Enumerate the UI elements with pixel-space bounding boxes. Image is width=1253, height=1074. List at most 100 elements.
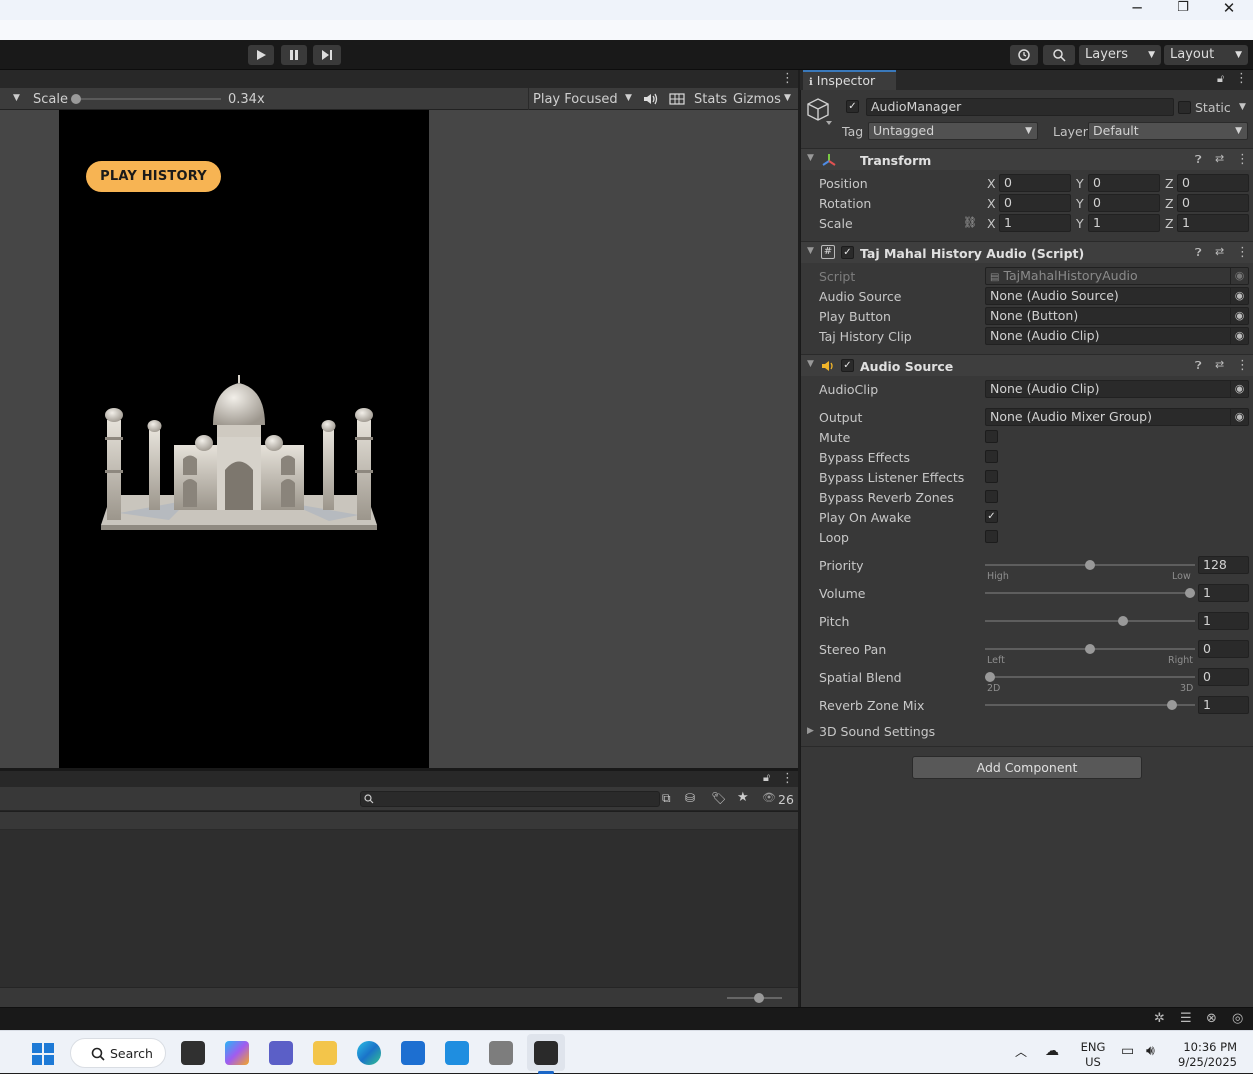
more-options-icon[interactable]: ⋮ [781, 771, 794, 786]
pitch-input[interactable]: 1 [1198, 612, 1249, 630]
bypass-effects-checkbox[interactable] [985, 450, 998, 463]
priority-input[interactable]: 128 [1198, 556, 1249, 574]
object-name-input[interactable]: AudioManager [866, 98, 1174, 116]
transform-header[interactable]: ▼ Transform ❓︎ ⇄ ⋮ [801, 148, 1253, 170]
vscode-icon[interactable] [445, 1041, 469, 1065]
spatial-blend-slider-knob[interactable] [985, 672, 995, 682]
static-checkbox[interactable] [1178, 101, 1191, 114]
layer-dropdown[interactable]: Default ▼ [1088, 122, 1248, 140]
layout-dropdown[interactable]: Layout ▼ [1164, 45, 1248, 65]
preset-icon[interactable]: ⇄ [1215, 358, 1224, 371]
play-history-button[interactable]: PLAY HISTORY [86, 161, 221, 192]
preset-icon[interactable]: ⇄ [1215, 245, 1224, 258]
object-picker-icon[interactable]: ◉ [1230, 381, 1248, 397]
unity-hub-icon[interactable] [489, 1041, 513, 1065]
scale-y-input[interactable]: 1 [1088, 214, 1160, 232]
bypass-reverb-checkbox[interactable] [985, 490, 998, 503]
help-icon[interactable]: ❓︎ [1195, 246, 1202, 260]
input-language[interactable]: ENG US [1076, 1038, 1110, 1070]
audio-source-ref-field[interactable]: None (Audio Source) ◉ [985, 287, 1249, 305]
help-icon[interactable]: ❓︎ [1195, 153, 1202, 167]
3d-sound-settings-foldout[interactable]: 3D Sound Settings [819, 724, 935, 739]
pause-button[interactable] [281, 45, 307, 65]
grid-toggle-button[interactable] [666, 90, 688, 108]
fold-chevron-icon[interactable]: ▼ [807, 246, 814, 256]
bug-icon[interactable]: ✲ [1154, 1011, 1165, 1026]
reverb-mix-slider[interactable] [985, 704, 1195, 706]
search-button[interactable] [1043, 45, 1075, 65]
display-dropdown-icon[interactable]: ▼ [13, 93, 20, 103]
file-explorer-icon[interactable] [313, 1041, 337, 1065]
gizmos-chevron-down-icon[interactable]: ▼ [784, 93, 791, 103]
spatial-blend-input[interactable]: 0 [1198, 668, 1249, 686]
onedrive-cloud-icon[interactable]: ☁ [1045, 1044, 1059, 1059]
more-options-icon[interactable]: ⋮ [1235, 71, 1248, 86]
mute-checkbox[interactable] [985, 430, 998, 443]
component-menu-icon[interactable]: ⋮ [1236, 245, 1249, 260]
static-chevron-down-icon[interactable]: ▼ [1239, 102, 1246, 112]
object-picker-icon[interactable]: ◉ [1230, 409, 1248, 425]
windows-start-icon[interactable] [32, 1043, 54, 1065]
edge-icon[interactable] [357, 1041, 381, 1065]
script-enabled-checkbox[interactable]: ✓ [841, 246, 854, 259]
stats-button[interactable]: Stats [694, 92, 727, 107]
component-menu-icon[interactable]: ⋮ [1236, 358, 1249, 373]
pitch-slider[interactable] [985, 620, 1195, 622]
icon-size-slider-knob[interactable] [754, 993, 764, 1003]
network-icon[interactable]: ⊗ [1206, 1011, 1217, 1026]
tray-overflow-chevron-icon[interactable]: ︿ [1015, 1045, 1027, 1060]
volume-icon[interactable]: 🔊︎ [1146, 1044, 1155, 1059]
active-checkbox[interactable]: ✓ [846, 100, 859, 113]
audioclip-field[interactable]: None (Audio Clip) ◉ [985, 380, 1249, 398]
script-component-header[interactable]: ▼ # ✓ Taj Mahal History Audio (Script) ❓… [801, 241, 1253, 263]
play-focused-dropdown[interactable]: Play Focused ▼ [528, 88, 636, 110]
restore-button[interactable]: ❐ [1160, 0, 1206, 20]
check-circle-icon[interactable]: ◎ [1232, 1011, 1243, 1026]
output-field[interactable]: None (Audio Mixer Group) ◉ [985, 408, 1249, 426]
reverb-mix-input[interactable]: 1 [1198, 696, 1249, 714]
copilot-icon[interactable] [225, 1041, 249, 1065]
lock-icon[interactable]: 🔓︎ [1217, 72, 1224, 86]
rotation-y-input[interactable]: 0 [1088, 194, 1160, 212]
spatial-blend-slider[interactable] [985, 676, 1195, 678]
priority-slider-knob[interactable] [1085, 560, 1095, 570]
position-x-input[interactable]: 0 [999, 174, 1071, 192]
play-button-ref-field[interactable]: None (Button) ◉ [985, 307, 1249, 325]
scale-slider-knob[interactable] [71, 94, 81, 104]
search-by-type-icon[interactable]: ⧉ [662, 791, 671, 806]
help-icon[interactable]: ❓︎ [1195, 359, 1202, 373]
history-button[interactable] [1010, 45, 1038, 65]
stereo-pan-input[interactable]: 0 [1198, 640, 1249, 658]
constrain-proportions-icon[interactable]: ⛓︎ [963, 216, 977, 229]
history-clip-field[interactable]: None (Audio Clip) ◉ [985, 327, 1249, 345]
more-options-icon[interactable]: ⋮ [781, 71, 794, 86]
minimize-button[interactable]: ─ [1114, 0, 1160, 20]
label-tag-icon[interactable]: 🏷︎ [711, 791, 726, 805]
rotation-x-input[interactable]: 0 [999, 194, 1071, 212]
lock-icon[interactable]: 🔓︎ [763, 771, 770, 785]
play-button[interactable] [248, 45, 274, 65]
position-y-input[interactable]: 0 [1088, 174, 1160, 192]
store-icon[interactable] [401, 1041, 425, 1065]
stack-icon[interactable]: ☰ [1180, 1011, 1192, 1026]
scale-x-input[interactable]: 1 [999, 214, 1071, 232]
layers-dropdown[interactable]: Layers ▼ [1079, 45, 1161, 65]
fold-right-chevron-icon[interactable]: ▶ [807, 726, 814, 736]
close-button[interactable]: ✕ [1206, 0, 1252, 20]
clock[interactable]: 10:36 PM 9/25/2025 [1173, 1038, 1237, 1070]
fold-chevron-icon[interactable]: ▼ [807, 153, 814, 163]
position-z-input[interactable]: 0 [1177, 174, 1249, 192]
taskbar-search[interactable]: Search [70, 1038, 166, 1068]
fold-chevron-icon[interactable]: ▼ [807, 359, 814, 369]
icon-size-slider[interactable] [727, 993, 782, 1003]
audio-source-header[interactable]: ▼ ✓ Audio Source ❓︎ ⇄ ⋮ [801, 354, 1253, 376]
object-picker-icon[interactable]: ◉ [1230, 288, 1248, 304]
component-menu-icon[interactable]: ⋮ [1236, 152, 1249, 167]
task-view-icon[interactable] [181, 1041, 205, 1065]
unity-editor-icon[interactable] [534, 1041, 558, 1065]
volume-input[interactable]: 1 [1198, 584, 1249, 602]
volume-slider-knob[interactable] [1185, 588, 1195, 598]
tag-dropdown[interactable]: Untagged ▼ [868, 122, 1038, 140]
mute-audio-button[interactable] [640, 90, 662, 108]
object-picker-icon[interactable]: ◉ [1230, 308, 1248, 324]
